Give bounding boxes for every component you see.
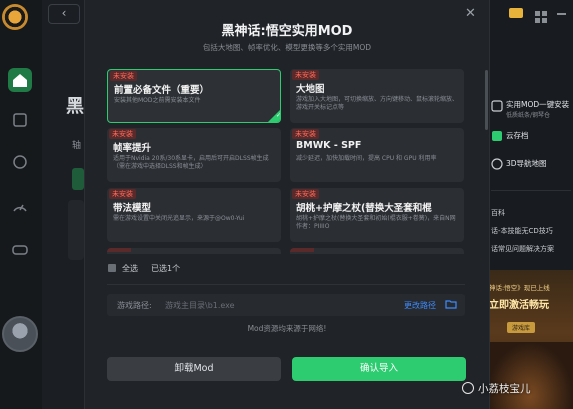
tool-icon[interactable] [8,150,32,174]
promo-banner-line: 神话:悟空》现已上线 [489,284,550,292]
right-list-item-label: 云存档 [506,131,529,140]
right-link[interactable]: 百科 [491,208,505,218]
mod-card[interactable]: 未安装 胡桃+护摩之杖(替换大圣套和棍 胡桃+护摩之杖(替换大圣套和初始(棍衣服… [290,188,464,242]
confirm-import-button[interactable]: 确认导入 [292,357,466,381]
right-list-item-label: 实用MOD一键安装 [506,100,570,109]
app-sidebar [0,0,43,409]
right-list-item-sublabel: 低质纸条/钢琴仓 [506,112,551,119]
mod-card-desc: 胡桃+护摩之杖(替换大圣套和初始(棍衣服+卷簧)，来自N网作者：PIIIIO [296,215,456,230]
background-text-fragment: 轴 [72,141,82,151]
mod-card-title: 大地图 [296,84,325,95]
mod-card[interactable]: 未安装 带法模型 需在游戏设置中关闭光追显示，来源于@Ow0-Yui [107,188,281,242]
background-title-fragment: 黑 [66,96,84,117]
close-icon[interactable]: ✕ [465,6,476,21]
gamepad-icon[interactable] [8,237,32,261]
select-all-label[interactable]: 全选 [122,263,138,274]
promo-banner-art [487,342,573,409]
grid-menu-icon[interactable] [535,8,547,23]
mod-icon [491,100,503,112]
background-green-chip [72,168,84,190]
right-panel: 实用MOD一键安装 低质纸条/钢琴仓 云存档 3D导航地图 百科 话-本技能无C… [487,0,573,409]
mod-card-desc: 游戏加入大地图，可切换缩放、方向键移动、鼠标滚轮缩放、游戏开关标记点等 [296,96,459,111]
mod-card-desc: 减少延迟，加快加载时间，提高 CPU 和 GPU 利用率 [296,155,437,162]
mod-card-title: 前置必备文件（重要） [114,85,210,96]
user-avatar[interactable] [2,316,38,352]
mod-card-title: BMWK - SPF [296,140,362,151]
select-all-checkbox[interactable] [108,264,116,272]
game-path-label: 游戏路径: [117,301,152,310]
mod-card-desc: 安装其他MOD之前需安装本文件 [114,97,201,104]
nav-back-button[interactable]: ‹ [48,4,80,24]
mod-card-desc: 需在游戏设置中关闭光追显示，来源于@Ow0-Yui [113,215,245,222]
mod-card-title: 帧率提升 [113,143,152,154]
source-note: Mod资源均来源于网络! [247,324,327,333]
mod-card-title: 带法模型 [113,203,152,214]
uninstall-mod-button[interactable]: 卸载Mod [107,357,281,381]
promo-banner-button[interactable]: 游戏库 [507,322,536,333]
mod-card-partial [290,248,464,254]
status-badge: 未安装 [109,189,136,199]
mod-card-title: 胡桃+护摩之杖(替换大圣套和棍 [296,203,432,214]
folder-icon[interactable] [445,299,457,309]
card-list-scrollbar[interactable] [485,70,488,130]
status-badge: 未安装 [109,129,136,139]
checkmark-icon: ✓ [268,110,280,122]
speed-icon[interactable] [8,195,32,219]
watermark: 小荔枝宝儿 [462,380,568,398]
watermark-logo-icon [462,382,474,394]
section-divider [107,284,465,285]
mod-card[interactable]: 未安装 前置必备文件（重要） 安装其他MOD之前需安装本文件 ✓ [107,69,281,123]
mod-card-desc: 适用于Nvidia 20系/30系显卡，启用后可开启DLSS帧生成（需在游戏中选… [113,155,269,170]
status-badge: 未安装 [292,70,319,80]
mod-dialog: 黑神话:悟空实用MOD 包括大地图、帧率优化、模型更换等多个实用MOD ✕ 未安… [84,0,490,409]
right-list-item[interactable]: 云存档 [491,128,573,144]
app-logo [2,4,28,30]
right-link[interactable]: 话-本技能无CD技巧 [491,226,553,236]
game-path-input[interactable]: 游戏主目录\b1.exe [165,300,235,311]
cloud-icon [492,131,502,141]
selected-count: 已选1个 [151,264,181,273]
right-list-item-label: 3D导航地图 [506,159,547,168]
background-card [68,200,84,260]
right-list-item[interactable]: 实用MOD一键安装 低质纸条/钢琴仓 [491,96,573,119]
right-divider [491,190,571,191]
status-badge: 未安装 [292,129,319,139]
right-list-item[interactable]: 3D导航地图 [491,156,573,172]
mail-icon[interactable] [509,8,523,18]
dialog-subtitle: 包括大地图、帧率优化、模型更换等多个实用MOD [202,43,372,52]
status-badge: 未安装 [292,189,319,199]
map-icon [491,158,503,170]
status-badge: 未安装 [110,71,137,81]
promo-banner-headline: 立即激活畅玩 [489,300,549,311]
mod-card-partial [107,248,281,254]
window-minimize-button[interactable] [557,13,566,15]
home-icon[interactable] [8,68,32,92]
library-icon[interactable] [8,108,32,132]
mod-card[interactable]: 未安装 BMWK - SPF 减少延迟，加快加载时间，提高 CPU 和 GPU … [290,128,464,182]
mod-card[interactable]: 未安装 大地图 游戏加入大地图，可切换缩放、方向键移动、鼠标滚轮缩放、游戏开关标… [290,69,464,123]
watermark-text: 小荔枝宝儿 [478,383,531,395]
dialog-title: 黑神话:悟空实用MOD [221,24,353,39]
game-path-field[interactable]: 游戏路径: 游戏主目录\b1.exe 更改路径 [107,294,465,316]
change-path-link[interactable]: 更改路径 [404,300,436,311]
right-link[interactable]: 话常见问题解决方案 [491,244,554,254]
mod-card[interactable]: 未安装 帧率提升 适用于Nvidia 20系/30系显卡，启用后可开启DLSS帧… [107,128,281,182]
